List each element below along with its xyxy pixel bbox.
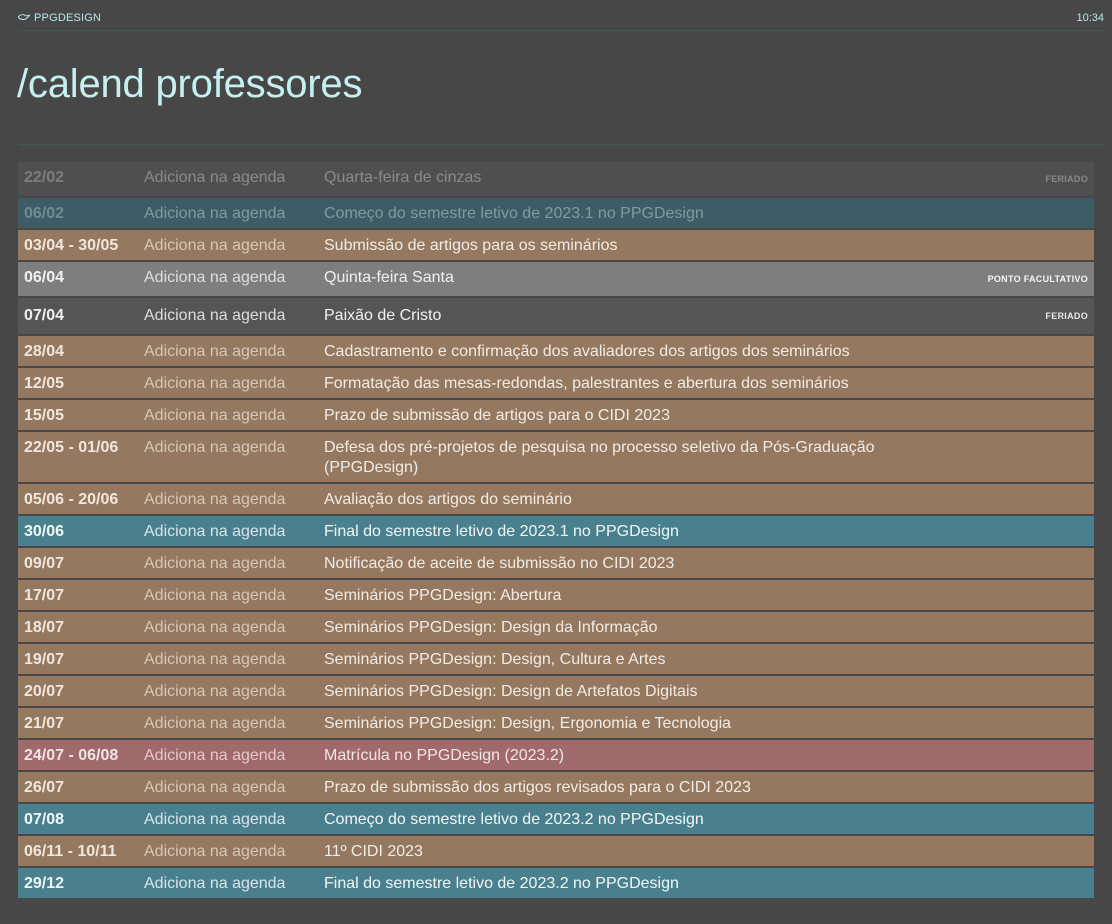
brand-name: PPGDESIGN bbox=[34, 12, 102, 24]
add-to-calendar-link[interactable]: Adiciona na agenda bbox=[138, 810, 318, 830]
event-description: Seminários PPGDesign: Design, Ergonomia … bbox=[324, 715, 732, 732]
event-date: 24/07 - 06/08 bbox=[24, 747, 119, 764]
add-to-calendar-link[interactable]: Adiciona na agenda bbox=[138, 204, 318, 224]
add-to-calendar-link[interactable]: Adiciona na agenda bbox=[138, 522, 318, 542]
event-tag-badge: PONTO FACULTATIVO bbox=[987, 274, 1088, 284]
event-row: 05/06 - 20/06 Adiciona na agenda Avaliação… bbox=[18, 484, 1094, 516]
clock: 10:34 bbox=[1076, 12, 1104, 24]
event-description: Seminários PPGDesign: Abertura bbox=[324, 587, 562, 604]
event-row: 18/07 Adiciona na agenda Seminários PPGDes… bbox=[18, 612, 1094, 644]
event-row: 09/07 Adiciona na agenda Notificação de ac… bbox=[18, 548, 1094, 580]
event-description: Prazo de submissão de artigos para o CID… bbox=[324, 407, 670, 424]
event-date: 15/05 bbox=[24, 407, 65, 424]
event-description: Submissão de artigos para os seminários bbox=[324, 237, 618, 254]
event-date: 06/04 bbox=[24, 269, 65, 286]
event-row: 19/07 Adiciona na agenda Seminários PPGDes… bbox=[18, 644, 1094, 676]
event-date: 06/02 bbox=[24, 205, 65, 222]
event-description: Cadastramento e confirmação dos avaliado… bbox=[324, 343, 850, 360]
brand[interactable]: PPGDESIGN bbox=[18, 12, 101, 24]
event-date: 09/07 bbox=[24, 555, 65, 572]
event-date: 05/06 - 20/06 bbox=[24, 491, 119, 508]
add-to-calendar-link[interactable]: Adiciona na agenda bbox=[138, 168, 318, 188]
event-row: 06/02 Adiciona na agenda Começo do semestr… bbox=[18, 198, 1094, 230]
event-row: 07/04 Adiciona na agenda Paixão de Cristo F… bbox=[18, 298, 1094, 336]
event-tag-badge: FERIADO bbox=[1045, 311, 1088, 321]
event-row: 28/04 Adiciona na agenda Cadastramento e c… bbox=[18, 336, 1094, 368]
add-to-calendar-link[interactable]: Adiciona na agenda bbox=[138, 374, 318, 394]
event-row: 21/07 Adiciona na agenda Seminários PPGDes… bbox=[18, 708, 1094, 740]
event-description: Formatação das mesas-redondas, palestran… bbox=[324, 375, 849, 392]
events-list: 22/02 Adiciona na agenda Quarta-feira de c… bbox=[18, 162, 1094, 900]
add-to-calendar-link[interactable]: Adiciona na agenda bbox=[138, 306, 318, 326]
event-row: 06/11 - 10/11 Adiciona na agenda 11º CIDI … bbox=[18, 836, 1094, 868]
event-date: 06/11 - 10/11 bbox=[24, 843, 117, 860]
event-description: 11º CIDI 2023 bbox=[324, 843, 423, 860]
event-row: 22/02 Adiciona na agenda Quarta-feira de c… bbox=[18, 162, 1094, 198]
event-description: Paixão de Cristo bbox=[324, 307, 442, 324]
event-row: 06/04 Adiciona na agenda Quinta-feira Sant… bbox=[18, 262, 1094, 298]
event-description: Notificação de aceite de submissão no CI… bbox=[324, 555, 675, 572]
bird-logo-icon bbox=[18, 14, 30, 22]
event-date: 21/07 bbox=[24, 715, 65, 732]
event-date: 18/07 bbox=[24, 619, 65, 636]
event-description: Final do semestre letivo de 2023.2 no PP… bbox=[324, 875, 679, 892]
event-description: Avaliação dos artigos do seminário bbox=[324, 491, 572, 508]
top-bar: PPGDESIGN 10:34 bbox=[18, 10, 1104, 31]
event-date: 22/02 bbox=[24, 169, 65, 186]
event-row: 22/05 - 01/06 Adiciona na agenda Defesa do… bbox=[18, 432, 1094, 484]
event-row: 12/05 Adiciona na agenda Formatação das me… bbox=[18, 368, 1094, 400]
add-to-calendar-link[interactable]: Adiciona na agenda bbox=[138, 714, 318, 734]
event-tag-badge: FERIADO bbox=[1045, 174, 1088, 184]
event-description: Seminários PPGDesign: Design de Artefato… bbox=[324, 683, 698, 700]
event-date: 28/04 bbox=[24, 343, 65, 360]
event-description: Começo do semestre letivo de 2023.2 no P… bbox=[324, 811, 704, 828]
event-description: Final do semestre letivo de 2023.1 no PP… bbox=[324, 523, 679, 540]
event-description: Seminários PPGDesign: Design da Informaç… bbox=[324, 619, 658, 636]
event-date: 30/06 bbox=[24, 523, 65, 540]
event-row: 29/12 Adiciona na agenda Final do semestre… bbox=[18, 868, 1094, 900]
event-row: 03/04 - 30/05 Adiciona na agenda Submissão… bbox=[18, 230, 1094, 262]
event-description: Matrícula no PPGDesign (2023.2) bbox=[324, 747, 565, 764]
event-description: Prazo de submissão dos artigos revisados… bbox=[324, 779, 751, 796]
add-to-calendar-link[interactable]: Adiciona na agenda bbox=[138, 406, 318, 426]
event-description: Quinta-feira Santa bbox=[324, 269, 454, 286]
event-date: 19/07 bbox=[24, 651, 65, 668]
event-date: 17/07 bbox=[24, 587, 65, 604]
event-date: 03/04 - 30/05 bbox=[24, 237, 119, 254]
add-to-calendar-link[interactable]: Adiciona na agenda bbox=[138, 268, 318, 288]
event-description: Começo do semestre letivo de 2023.1 no P… bbox=[324, 205, 704, 222]
event-description: Seminários PPGDesign: Design, Cultura e … bbox=[324, 651, 666, 668]
event-row: 30/06 Adiciona na agenda Final do semestre… bbox=[18, 516, 1094, 548]
event-row: 15/05 Adiciona na agenda Prazo de submissã… bbox=[18, 400, 1094, 432]
add-to-calendar-link[interactable]: Adiciona na agenda bbox=[138, 438, 318, 458]
event-date: 07/04 bbox=[24, 307, 65, 324]
event-description: Defesa dos pré-projetos de pesquisa no p… bbox=[324, 439, 875, 476]
page-title: /calend professores bbox=[17, 62, 363, 106]
event-row: 07/08 Adiciona na agenda Começo do semestr… bbox=[18, 804, 1094, 836]
add-to-calendar-link[interactable]: Adiciona na agenda bbox=[138, 650, 318, 670]
add-to-calendar-link[interactable]: Adiciona na agenda bbox=[138, 236, 318, 256]
add-to-calendar-link[interactable]: Adiciona na agenda bbox=[138, 682, 318, 702]
add-to-calendar-link[interactable]: Adiciona na agenda bbox=[138, 842, 318, 862]
add-to-calendar-link[interactable]: Adiciona na agenda bbox=[138, 554, 318, 574]
event-date: 07/08 bbox=[24, 811, 65, 828]
event-date: 26/07 bbox=[24, 779, 65, 796]
add-to-calendar-link[interactable]: Adiciona na agenda bbox=[138, 586, 318, 606]
event-row: 20/07 Adiciona na agenda Seminários PPGDes… bbox=[18, 676, 1094, 708]
event-row: 26/07 Adiciona na agenda Prazo de submissã… bbox=[18, 772, 1094, 804]
add-to-calendar-link[interactable]: Adiciona na agenda bbox=[138, 490, 318, 510]
event-date: 29/12 bbox=[24, 875, 65, 892]
event-date: 12/05 bbox=[24, 375, 65, 392]
event-row: 17/07 Adiciona na agenda Seminários PPGDes… bbox=[18, 580, 1094, 612]
add-to-calendar-link[interactable]: Adiciona na agenda bbox=[138, 874, 318, 894]
add-to-calendar-link[interactable]: Adiciona na agenda bbox=[138, 778, 318, 798]
divider bbox=[18, 144, 1104, 145]
event-row: 24/07 - 06/08 Adiciona na agenda Matrícula… bbox=[18, 740, 1094, 772]
event-date: 22/05 - 01/06 bbox=[24, 439, 119, 456]
add-to-calendar-link[interactable]: Adiciona na agenda bbox=[138, 746, 318, 766]
add-to-calendar-link[interactable]: Adiciona na agenda bbox=[138, 618, 318, 638]
event-date: 20/07 bbox=[24, 683, 65, 700]
add-to-calendar-link[interactable]: Adiciona na agenda bbox=[138, 342, 318, 362]
event-description: Quarta-feira de cinzas bbox=[324, 169, 482, 186]
